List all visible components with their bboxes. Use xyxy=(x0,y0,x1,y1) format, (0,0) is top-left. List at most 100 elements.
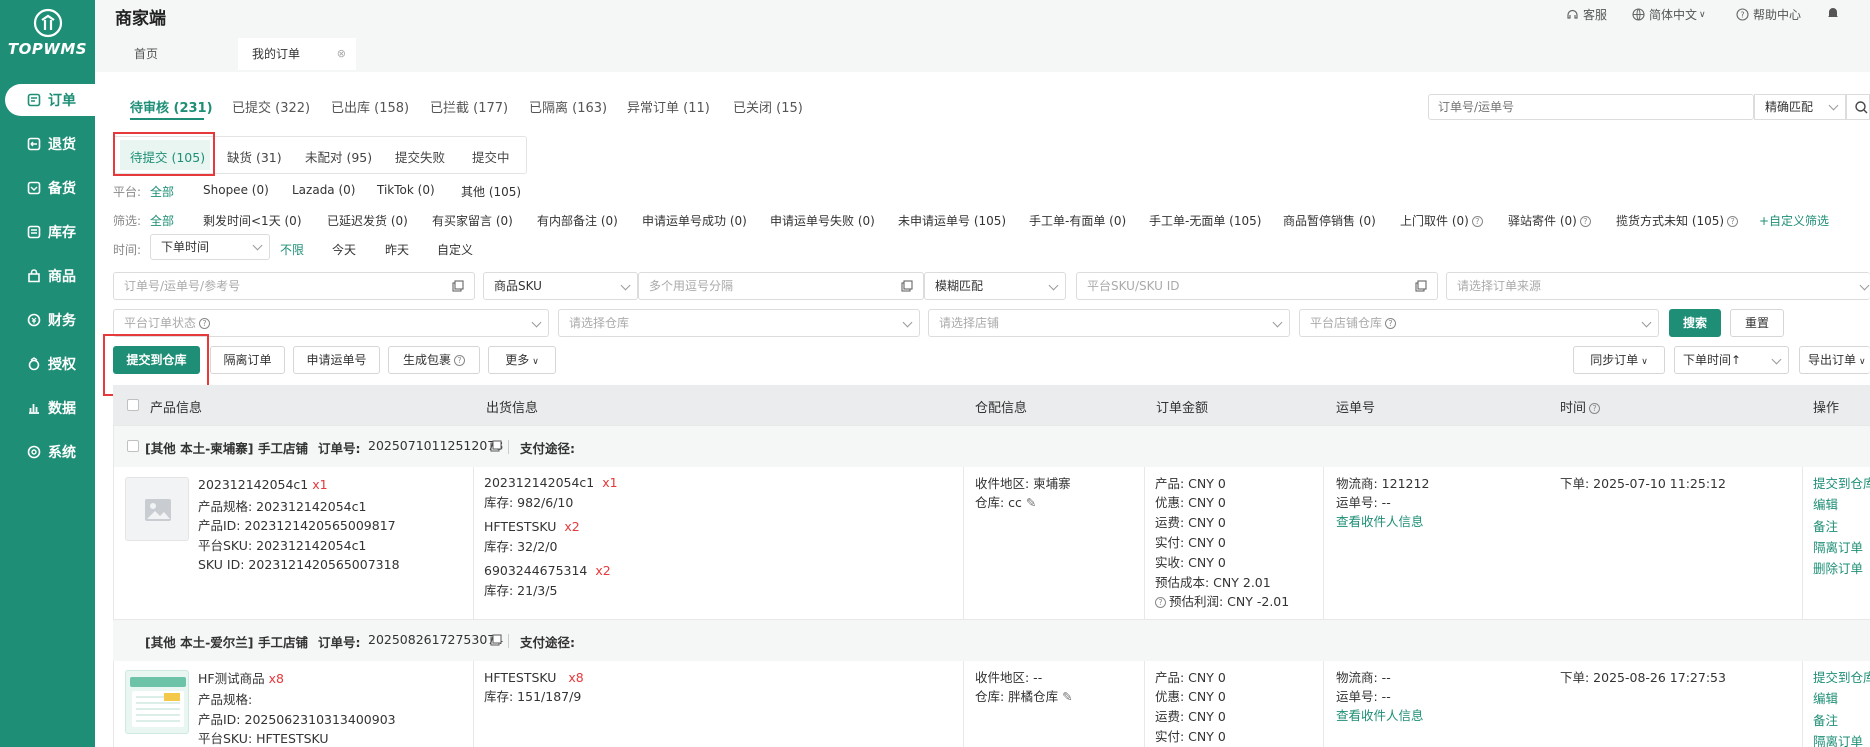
order-source-select[interactable]: 请选择订单来源 xyxy=(1446,272,1870,300)
notification-button[interactable] xyxy=(1826,6,1844,20)
platform-sku-input[interactable]: 平台SKU/SKU ID xyxy=(1076,272,1438,300)
tab-my-orders[interactable]: 我的订单 ⊗ xyxy=(238,38,356,70)
action-note[interactable]: 备注 xyxy=(1813,517,1838,537)
sku-type-select[interactable]: 商品SKU xyxy=(483,272,638,300)
copy-icon[interactable] xyxy=(490,634,502,646)
match-type-select[interactable]: 模糊匹配 xyxy=(924,272,1066,300)
match-mode-select[interactable]: 精确匹配 xyxy=(1754,94,1846,120)
sidebar-item-inventory[interactable]: 库存 xyxy=(0,216,95,248)
tab-home[interactable]: 首页 xyxy=(120,38,172,70)
filter-option[interactable]: 手工单-无面单 (105) xyxy=(1149,212,1261,229)
filter-option[interactable]: TikTok (0) xyxy=(377,183,435,197)
help-icon: ? xyxy=(199,318,211,329)
order-checkbox[interactable] xyxy=(127,440,139,452)
sync-orders-button[interactable]: 同步订单 ∨ xyxy=(1573,346,1665,374)
active-tab-indicator xyxy=(130,118,204,120)
service-link[interactable]: 客服 xyxy=(1566,6,1607,23)
language-select[interactable]: 简体中文 ∨ xyxy=(1632,6,1706,23)
filter-option[interactable]: 自定义 xyxy=(437,241,473,258)
shipping-stock: 库存: 32/2/0 xyxy=(484,539,558,554)
filter-option[interactable]: 上门取件 (0)? xyxy=(1400,212,1483,229)
sidebar-item-data[interactable]: 数据 xyxy=(0,392,95,424)
copy-icon[interactable] xyxy=(452,280,464,292)
filter-option[interactable]: 揽货方式未知 (105)? xyxy=(1616,212,1739,229)
action-isolate[interactable]: 隔离订单 xyxy=(1813,538,1863,558)
reset-button[interactable]: 重置 xyxy=(1730,309,1784,337)
status-tab-pending-review[interactable]: 待审核 (231) xyxy=(130,97,213,116)
status-tab-closed[interactable]: 已关闭 (15) xyxy=(733,97,803,116)
sort-select[interactable]: 下单时间↑ xyxy=(1674,346,1789,374)
platform-order-status-select[interactable]: 平台订单状态? xyxy=(113,309,549,337)
filter-option[interactable]: Shopee (0) xyxy=(203,183,269,197)
sidebar-item-stock-prep[interactable]: 备货 xyxy=(0,172,95,204)
filter-option[interactable]: 已延迟发货 (0) xyxy=(327,212,408,229)
subtab-unpaired[interactable]: 未配对 (95) xyxy=(305,147,372,166)
view-recipient-link[interactable]: 查看收件人信息 xyxy=(1336,706,1424,726)
filter-option[interactable]: 申请运单号失败 (0) xyxy=(770,212,875,229)
generate-package-button[interactable]: 生成包裹? xyxy=(388,346,480,374)
status-tab-intercepted[interactable]: 已拦截 (177) xyxy=(430,97,508,116)
sidebar-item-returns[interactable]: 退货 xyxy=(0,128,95,160)
filter-option[interactable]: Lazada (0) xyxy=(292,183,355,197)
chevron-down-icon xyxy=(1859,280,1870,291)
product-thumbnail[interactable] xyxy=(125,670,189,734)
action-delete[interactable]: 删除订单 xyxy=(1813,559,1863,579)
more-actions-button[interactable]: 更多 ∨ xyxy=(488,346,556,374)
copy-icon[interactable] xyxy=(1415,280,1427,292)
filter-option[interactable]: 有买家留言 (0) xyxy=(432,212,513,229)
subtab-submit-failed[interactable]: 提交失败 xyxy=(395,147,445,166)
sidebar-item-auth[interactable]: 授权 xyxy=(0,348,95,380)
filter-option[interactable]: 昨天 xyxy=(385,241,409,258)
export-orders-button[interactable]: 导出订单 ∨ xyxy=(1799,346,1870,374)
store-warehouse-select[interactable]: 平台店铺仓库? xyxy=(1299,309,1659,337)
warehouse-select[interactable]: 请选择仓库 xyxy=(558,309,920,337)
action-edit[interactable]: 编辑 xyxy=(1813,689,1838,709)
custom-filter-link[interactable]: +自定义筛选 xyxy=(1759,212,1829,229)
apply-waybill-button[interactable]: 申请运单号 xyxy=(293,346,380,374)
sidebar-item-products[interactable]: 商品 xyxy=(0,260,95,292)
status-tab-shipped[interactable]: 已出库 (158) xyxy=(331,97,409,116)
edit-icon[interactable]: ✎ xyxy=(1062,689,1072,704)
help-center-link[interactable]: ? 帮助中心 xyxy=(1736,6,1801,23)
action-submit-to-warehouse[interactable]: 提交到仓库 xyxy=(1813,474,1870,494)
multi-sku-input[interactable]: 多个用逗号分隔 xyxy=(638,272,924,300)
isolate-orders-button[interactable]: 隔离订单 xyxy=(210,346,285,374)
subtab-submitting[interactable]: 提交中 xyxy=(472,147,510,166)
filter-option[interactable]: 未申请运单号 (105) xyxy=(898,212,1006,229)
filter-option[interactable]: 商品暂停销售 (0) xyxy=(1283,212,1376,229)
filter-option[interactable]: 手工单-有面单 (0) xyxy=(1029,212,1126,229)
copy-icon[interactable] xyxy=(901,280,913,292)
filter-option[interactable]: 其他 (105) xyxy=(461,183,521,200)
edit-icon[interactable]: ✎ xyxy=(1026,495,1036,510)
search-button[interactable] xyxy=(1846,94,1870,120)
action-note[interactable]: 备注 xyxy=(1813,711,1838,731)
filter-option[interactable]: 剩发时间<1天 (0) xyxy=(203,212,302,229)
order-number-input[interactable]: 订单号/运单号/参考号 xyxy=(113,272,475,300)
subtab-out-of-stock[interactable]: 缺货 (31) xyxy=(227,147,282,166)
action-edit[interactable]: 编辑 xyxy=(1813,495,1838,515)
filter-option[interactable]: 驿站寄件 (0)? xyxy=(1508,212,1591,229)
action-isolate[interactable]: 隔离订单 xyxy=(1813,732,1863,747)
search-submit-button[interactable]: 搜索 xyxy=(1669,309,1721,337)
filter-option[interactable]: 申请运单号成功 (0) xyxy=(642,212,747,229)
product-id: 产品ID: 2025062310313400903 xyxy=(198,712,396,727)
sidebar-item-orders[interactable]: 订单 xyxy=(5,84,95,116)
status-tab-isolated[interactable]: 已隔离 (163) xyxy=(529,97,607,116)
store-select[interactable]: 请选择店铺 xyxy=(928,309,1290,337)
copy-icon[interactable] xyxy=(490,440,502,452)
time-type-select[interactable]: 下单时间 xyxy=(150,234,270,260)
status-tab-submitted[interactable]: 已提交 (322) xyxy=(232,97,310,116)
sidebar-item-system[interactable]: 系统 xyxy=(0,436,95,468)
action-submit-to-warehouse[interactable]: 提交到仓库 xyxy=(1813,668,1870,688)
filter-option[interactable]: 今天 xyxy=(332,241,356,258)
sidebar-item-finance[interactable]: 财务 xyxy=(0,304,95,336)
filter-option[interactable]: 不限 xyxy=(280,241,304,258)
view-recipient-link[interactable]: 查看收件人信息 xyxy=(1336,512,1424,532)
status-tab-abnormal[interactable]: 异常订单 (11) xyxy=(627,97,710,116)
filter-option[interactable]: 全部 xyxy=(150,212,174,229)
filter-option[interactable]: 有内部备注 (0) xyxy=(537,212,618,229)
order-search-input[interactable] xyxy=(1429,95,1754,119)
close-icon[interactable]: ⊗ xyxy=(337,38,346,70)
select-all-checkbox[interactable] xyxy=(127,399,139,411)
filter-option[interactable]: 全部 xyxy=(150,183,174,200)
